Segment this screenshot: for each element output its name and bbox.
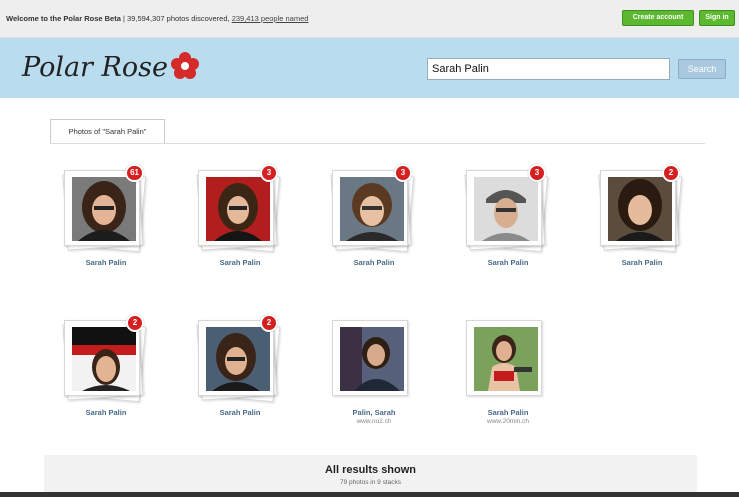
people-named-link[interactable]: 239,413 people named xyxy=(232,14,309,23)
photo-stack-cards[interactable]: 3 xyxy=(330,164,415,253)
top-bar: Welcome to the Polar Rose Beta | 39,594,… xyxy=(0,0,739,38)
results-summary: All results shown 79 photos in 9 stacks xyxy=(44,455,697,497)
photo-stack[interactable]: 3 Sarah Palin xyxy=(324,164,415,280)
stack-card xyxy=(198,320,274,396)
photo-thumbnail[interactable] xyxy=(72,327,136,391)
photo-thumbnail[interactable] xyxy=(340,327,404,391)
person-name-link[interactable]: Sarah Palin xyxy=(324,258,424,267)
photo-count-badge: 3 xyxy=(394,164,412,182)
photo-frame xyxy=(466,320,542,396)
photo-count-badge: 3 xyxy=(260,164,278,182)
person-name-link[interactable]: Sarah Palin xyxy=(458,258,558,267)
search-input[interactable] xyxy=(427,58,670,80)
person-name-link[interactable]: Palin, Sarah xyxy=(324,408,424,417)
photo-count-badge: 3 xyxy=(528,164,546,182)
photo-thumbnail[interactable] xyxy=(206,177,270,241)
stack-card xyxy=(600,170,676,246)
photo-stack-cards[interactable]: 61 xyxy=(62,164,147,253)
rose-logo-icon xyxy=(171,52,199,79)
photo-thumbnail[interactable] xyxy=(474,327,538,391)
photo-stack-cards[interactable]: 2 xyxy=(196,314,281,403)
results-title: All results shown xyxy=(324,464,417,476)
stack-card xyxy=(64,170,140,246)
stack-card xyxy=(332,170,408,246)
photos-discovered-count: 39,594,307 photos discovered, xyxy=(127,14,230,23)
person-name-link[interactable]: Sarah Palin xyxy=(458,408,558,417)
photo-stack[interactable]: 2 Sarah Palin xyxy=(190,314,281,430)
create-account-button[interactable]: Create account xyxy=(622,10,694,26)
photo-stack-cards[interactable]: 3 xyxy=(196,164,281,253)
photo-stack[interactable]: 2 Sarah Palin xyxy=(56,314,147,430)
photo-count-badge: 2 xyxy=(662,164,680,182)
photo-thumbnail[interactable] xyxy=(608,177,672,241)
photo-card[interactable] xyxy=(466,320,544,400)
photo-stack[interactable]: 3 Sarah Palin xyxy=(190,164,281,280)
stack-card xyxy=(64,320,140,396)
person-name-link[interactable]: Sarah Palin xyxy=(592,258,692,267)
person-name-link[interactable]: Sarah Palin xyxy=(190,258,290,267)
results-count: 79 photos in 9 stacks xyxy=(339,479,402,486)
photo-stack-cards[interactable]: 3 xyxy=(464,164,549,253)
welcome-text: Welcome to the Polar Rose Beta | 39,594,… xyxy=(6,14,308,23)
photo-stack-cards[interactable]: 2 xyxy=(62,314,147,403)
photo-thumbnail[interactable] xyxy=(474,177,538,241)
photo-stack-cards[interactable]: 2 xyxy=(598,164,683,253)
person-name-link[interactable]: Sarah Palin xyxy=(190,408,290,417)
person-name-link[interactable]: Sarah Palin xyxy=(56,408,156,417)
photo-frame xyxy=(332,320,408,396)
photo-source: www.no2.ch xyxy=(356,418,392,425)
photo-stack[interactable]: 3 Sarah Palin xyxy=(458,164,549,280)
logo-text[interactable]: Polar Rose xyxy=(22,52,168,83)
photo-thumbnail[interactable] xyxy=(72,177,136,241)
header: Polar Rose Search xyxy=(0,38,739,98)
stack-card xyxy=(466,170,542,246)
tab-divider xyxy=(50,143,705,144)
photo-count-badge: 61 xyxy=(125,164,144,182)
photo-single[interactable]: Palin, Sarah www.no2.ch xyxy=(324,320,414,430)
stack-card xyxy=(198,170,274,246)
photo-stack[interactable]: 61 Sarah Palin xyxy=(56,164,147,280)
tab-photos-of-sarah-palin[interactable]: Photos of "Sarah Palin" xyxy=(50,119,165,144)
photo-source: www.20min.ch xyxy=(487,418,529,425)
photo-card[interactable] xyxy=(332,320,410,400)
photo-stack[interactable]: 2 Sarah Palin xyxy=(592,164,683,280)
photo-thumbnail[interactable] xyxy=(340,177,404,241)
photo-thumbnail[interactable] xyxy=(206,327,270,391)
search-button[interactable]: Search xyxy=(678,59,726,79)
photo-count-badge: 2 xyxy=(260,314,278,332)
bottom-border xyxy=(0,492,739,497)
photo-single[interactable]: Sarah Palin www.20min.ch xyxy=(458,320,548,430)
person-name-link[interactable]: Sarah Palin xyxy=(56,258,156,267)
sign-in-button[interactable]: Sign in xyxy=(699,10,735,26)
photo-count-badge: 2 xyxy=(126,314,144,332)
welcome-label: Welcome to the Polar Rose Beta xyxy=(6,14,121,23)
